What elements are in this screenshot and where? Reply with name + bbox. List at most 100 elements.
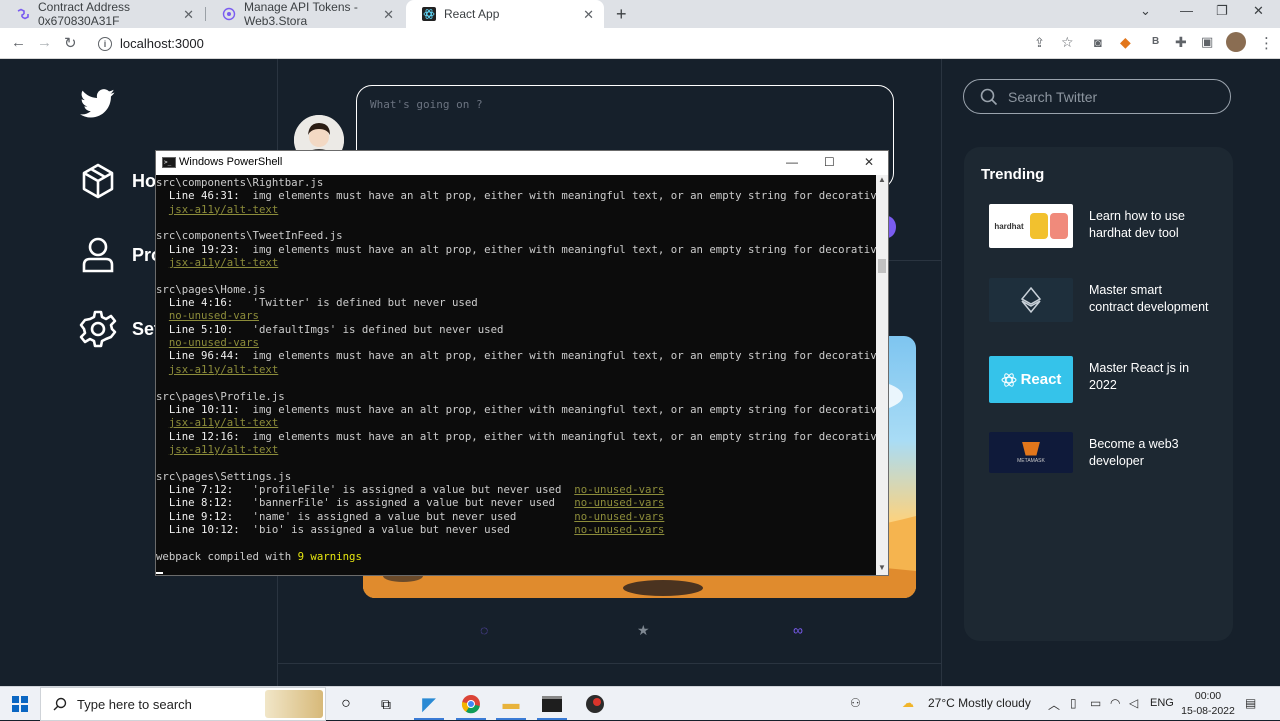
site-info-icon[interactable]: i <box>98 36 112 51</box>
share-icon[interactable]: ⇪ <box>1034 35 1045 51</box>
terminal-line <box>156 563 876 575</box>
minimize-icon[interactable]: — <box>786 155 798 169</box>
terminal-line: Line 9:12: 'name' is assigned a value bu… <box>156 510 876 523</box>
terminal-line: Line 10:12: 'bio' is assigned a value bu… <box>156 523 876 536</box>
search-input[interactable]: Search Twitter <box>1008 89 1097 105</box>
terminal-line: src\pages\Settings.js <box>156 470 876 483</box>
terminal-text: Line 96:44: <box>156 349 253 363</box>
taskbar-search-input[interactable]: Type here to search <box>77 697 192 712</box>
ethereum-icon <box>1020 286 1042 314</box>
trending-item[interactable]: React Master React js in 2022 <box>989 356 1229 403</box>
forward-arrow-icon[interactable]: → <box>37 34 52 51</box>
thumb-label: React <box>1020 371 1062 388</box>
battery-icon[interactable]: ▭ <box>1090 696 1101 710</box>
extension-b-icon[interactable]: B <box>1152 36 1159 47</box>
tab-react-app[interactable]: React App ✕ <box>406 0 604 28</box>
terminal-text: Line 19:23: <box>156 242 253 256</box>
tab-title: Manage API Tokens - Web3.Stora <box>244 0 358 28</box>
notification-icon[interactable]: ▤ <box>1245 696 1256 710</box>
vscode-icon[interactable]: ◤ <box>418 693 440 715</box>
scroll-up-icon[interactable]: ▲ <box>878 175 886 184</box>
comment-icon[interactable]: ◌ <box>480 622 488 638</box>
metamask-extension-icon[interactable]: ◆ <box>1120 34 1131 51</box>
windows-taskbar: Type here to search ○ ⧉ ◤ ▬ ⚇ ☁ 27°C Mos… <box>0 686 1280 721</box>
trend-thumbnail: METAMASK <box>989 432 1073 473</box>
tab-search-icon[interactable]: ⌄ <box>1140 3 1151 19</box>
terminal-text: Line 7:12: <box>156 482 253 496</box>
polygon-matic-icon[interactable]: ∞ <box>793 622 803 638</box>
windows-start-icon[interactable] <box>9 693 31 715</box>
browser-toolbar: ← → ↻ i localhost:3000 ⇪ ☆ ◙ ◆ B ✚ ▣ ⋮ <box>0 28 1280 59</box>
people-icon[interactable]: ⚇ <box>850 696 861 710</box>
profile-avatar-icon[interactable] <box>1226 32 1246 52</box>
terminal-icon[interactable] <box>541 693 563 715</box>
obs-icon[interactable] <box>584 693 606 715</box>
url-text[interactable]: localhost:3000 <box>120 36 204 51</box>
sidebar-icon[interactable]: ▣ <box>1201 34 1213 50</box>
trend-text: Master React js in 2022 <box>1089 361 1190 392</box>
terminal-text: 'name' is assigned a value but never use… <box>252 509 575 523</box>
tab-contract-address[interactable]: Contract Address 0x670830A31F ✕ <box>0 0 204 28</box>
trend-text: Learn how to use hardhat dev tool <box>1089 209 1185 240</box>
close-icon[interactable]: ✕ <box>864 155 874 169</box>
close-tab-icon[interactable]: ✕ <box>183 7 194 23</box>
terminal-text: Line 10:11: <box>156 402 253 416</box>
task-view-icon[interactable]: ⧉ <box>375 693 397 715</box>
clock-time[interactable]: 00:00 <box>1186 690 1230 702</box>
taskbar-search[interactable]: Type here to search <box>40 687 326 721</box>
reload-icon[interactable]: ↻ <box>64 34 77 52</box>
scrollbar-thumb[interactable] <box>878 259 886 273</box>
weather-text[interactable]: 27°C Mostly cloudy <box>928 696 1031 710</box>
back-arrow-icon[interactable]: ← <box>11 34 26 51</box>
device-icon[interactable]: ▯ <box>1070 696 1077 710</box>
powershell-titlebar[interactable]: >_ Windows PowerShell — ☐ ✕ <box>156 151 888 175</box>
lint-rule-link: jsx-a11y/alt-text <box>168 256 279 270</box>
search-box[interactable]: Search Twitter <box>963 79 1231 114</box>
weather-icon[interactable]: ☁ <box>902 696 914 710</box>
trend-thumbnail: React <box>989 356 1073 403</box>
extensions-puzzle-icon[interactable]: ✚ <box>1175 34 1187 51</box>
scroll-down-icon[interactable]: ▼ <box>878 563 886 572</box>
lint-rule-link: no-unused-vars <box>168 336 259 350</box>
bookmark-star-icon[interactable]: ☆ <box>1061 34 1074 51</box>
browser-tab-strip: Contract Address 0x670830A31F ✕ Manage A… <box>0 0 1280 28</box>
maximize-icon[interactable]: ❐ <box>1216 3 1228 19</box>
lint-rule-link: no-unused-vars <box>168 309 259 323</box>
terminal-cursor <box>156 572 163 575</box>
close-tab-icon[interactable]: ✕ <box>583 7 594 23</box>
terminal-text: 9 warnings <box>297 549 362 563</box>
trending-item[interactable]: hardhat Learn how to use hardhat dev too… <box>989 204 1229 248</box>
chrome-icon[interactable] <box>460 693 482 715</box>
powershell-window[interactable]: >_ Windows PowerShell — ☐ ✕ src\componen… <box>155 150 889 576</box>
camera-icon[interactable]: ◙ <box>1094 35 1102 50</box>
tab-web3-storage[interactable]: Manage API Tokens - Web3.Stora ✕ <box>206 0 404 28</box>
clock-date[interactable]: 15-08-2022 <box>1178 705 1238 717</box>
thumb-label: METAMASK <box>1017 457 1045 464</box>
trending-item[interactable]: Master smart contract development <box>989 278 1229 322</box>
terminal-text: img elements must have an alt prop, eith… <box>252 189 876 203</box>
tweet-input[interactable]: What's going on ? <box>370 98 483 111</box>
wifi-icon[interactable]: ◠ <box>1110 696 1120 710</box>
twitter-logo-icon[interactable] <box>80 89 116 124</box>
chevron-up-icon[interactable]: ︿ <box>1048 696 1060 713</box>
gear-icon <box>79 310 117 348</box>
close-window-icon[interactable]: ✕ <box>1253 3 1264 19</box>
new-tab-button[interactable]: + <box>616 4 627 25</box>
trend-text: Master smart contract development <box>1089 283 1209 314</box>
minimize-icon[interactable]: — <box>1180 3 1193 18</box>
star-icon[interactable]: ★ <box>637 622 650 639</box>
address-bar[interactable]: i localhost:3000 <box>92 31 1092 56</box>
trending-item[interactable]: METAMASK Become a web3 developer <box>989 432 1229 473</box>
menu-kebab-icon[interactable]: ⋮ <box>1259 34 1274 52</box>
file-explorer-icon[interactable]: ▬ <box>500 693 522 715</box>
cortana-icon[interactable]: ○ <box>335 693 357 715</box>
language-indicator[interactable]: ENG <box>1150 697 1174 709</box>
close-tab-icon[interactable]: ✕ <box>383 7 394 23</box>
maximize-icon[interactable]: ☐ <box>824 155 835 169</box>
thumb-label: hardhat <box>994 221 1024 231</box>
terminal-output[interactable]: src\components\Rightbar.js Line 46:31: i… <box>156 175 876 575</box>
terminal-scrollbar[interactable]: ▲ ▼ <box>876 175 888 575</box>
volume-icon[interactable]: ◁ <box>1129 696 1138 710</box>
